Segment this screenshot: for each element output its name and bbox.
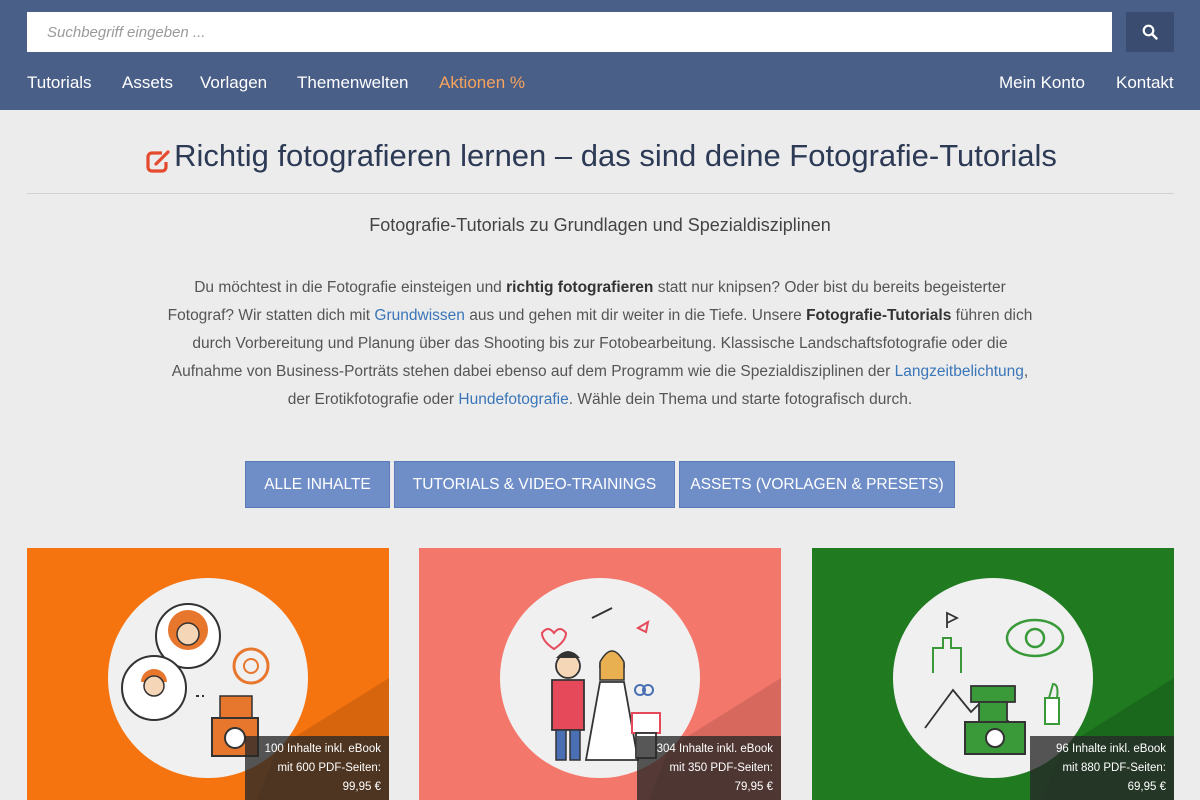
card-price: 79,95 € [734,781,773,793]
card-price-box: 96 Inhalte inkl. eBook mit 880 PDF-Seite… [1030,736,1174,800]
page-title-row: Richtig fotografieren lernen – das sind … [27,138,1174,194]
filter-bar: ALLE INHALTE TUTORIALS & VIDEO-TRAININGS… [0,461,1200,508]
link-grundwissen[interactable]: Grundwissen [374,307,464,324]
filter-tutorials-button[interactable]: TUTORIALS & VIDEO-TRAININGS [394,461,675,508]
card-price: 69,95 € [1127,781,1166,793]
nav-mein-konto[interactable]: Mein Konto [999,73,1085,93]
search-icon [1142,24,1158,40]
main-nav: Tutorials Assets Vorlagen Themenwelten A… [0,73,1200,99]
product-card[interactable]: 100 Inhalte inkl. eBook mit 600 PDF-Seit… [27,548,389,800]
card-pages: mit 350 PDF-Seiten: [669,762,773,774]
card-price: 99,95 € [342,781,381,793]
card-price-box: 304 Inhalte inkl. eBook mit 350 PDF-Seit… [637,736,781,800]
card-pages: mit 880 PDF-Seiten: [1062,762,1166,774]
nav-assets[interactable]: Assets [122,73,173,93]
intro-bold-text: richtig fotografieren [506,279,654,296]
top-header: Tutorials Assets Vorlagen Themenwelten A… [0,0,1200,110]
search-input[interactable] [27,12,1112,52]
link-langzeitbelichtung[interactable]: Langzeitbelichtung [895,363,1024,380]
filter-assets-button[interactable]: ASSETS (VORLAGEN & PRESETS) [679,461,955,508]
card-content-count: 304 Inhalte inkl. eBook [656,743,773,755]
nav-aktionen[interactable]: Aktionen % [439,73,525,93]
card-pages: mit 600 PDF-Seiten: [277,762,381,774]
card-content-count: 96 Inhalte inkl. eBook [1056,743,1166,755]
link-hundefotografie[interactable]: Hundefotografie [458,391,568,408]
card-price-box: 100 Inhalte inkl. eBook mit 600 PDF-Seit… [245,736,389,800]
nav-vorlagen[interactable]: Vorlagen [200,73,267,93]
page-subtitle: Fotografie-Tutorials zu Grundlagen und S… [369,215,831,235]
page-title: Richtig fotografieren lernen – das sind … [174,138,1057,173]
nav-themenwelten[interactable]: Themenwelten [297,73,409,93]
product-card[interactable]: 304 Inhalte inkl. eBook mit 350 PDF-Seit… [419,548,781,800]
brand-logo-icon [146,150,170,173]
search-button[interactable] [1126,12,1174,52]
card-content-count: 100 Inhalte inkl. eBook [264,743,381,755]
filter-alle-inhalte-button[interactable]: ALLE INHALTE [245,461,390,508]
nav-kontakt[interactable]: Kontakt [1116,73,1174,93]
intro-bold-text: Fotografie-Tutorials [806,307,952,324]
product-card[interactable]: 96 Inhalte inkl. eBook mit 880 PDF-Seite… [812,548,1174,800]
nav-tutorials[interactable]: Tutorials [27,73,92,93]
intro-text: Du möchtest in die Fotografie einsteigen… [167,279,1033,408]
